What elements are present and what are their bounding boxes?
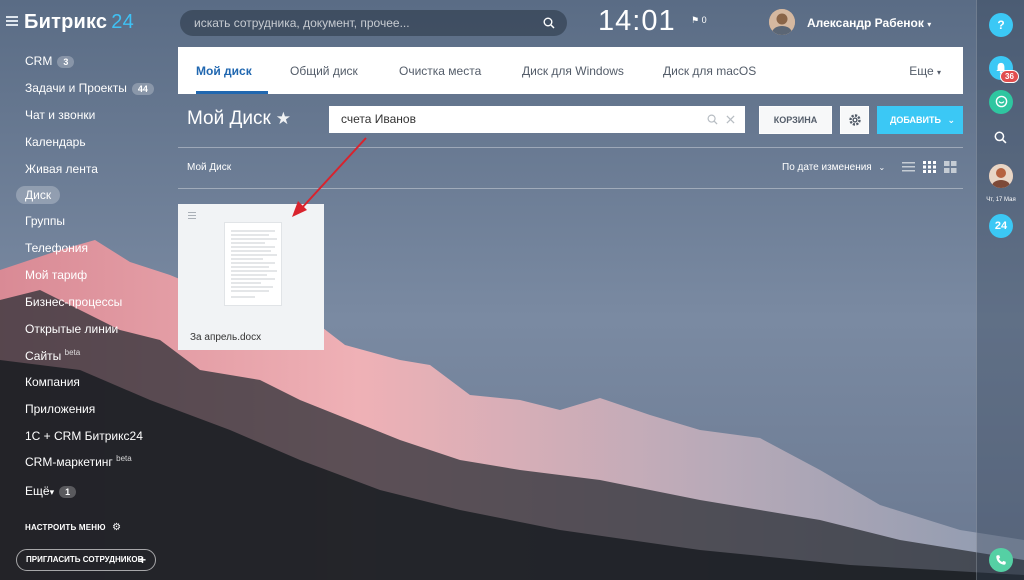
contact-avatar[interactable] <box>989 164 1013 188</box>
close-icon[interactable] <box>726 115 735 124</box>
search-icon[interactable] <box>543 17 555 29</box>
right-sidebar: ? 36 Чт, 17 Мая 24 <box>976 0 1024 580</box>
menu-burger-icon[interactable] <box>6 16 18 26</box>
invite-label: ПРИГЛАСИТЬ СОТРУДНИКОВ <box>26 555 144 564</box>
search-icon[interactable] <box>994 131 1007 144</box>
menu-item-company[interactable]: Компания <box>25 375 80 389</box>
menu-item-crm[interactable]: CRM 3 <box>25 54 75 68</box>
flag-counter[interactable]: ⚑ 0 <box>691 15 707 26</box>
divider <box>178 147 963 148</box>
chevron-down-icon: ▾ <box>936 68 941 77</box>
chevron-down-icon: ⌄ <box>878 163 886 172</box>
tab-more[interactable]: Еще ▾ <box>909 64 941 78</box>
menu-item-label: Сайты <box>25 349 62 363</box>
tab-shared-disk[interactable]: Общий диск <box>290 64 358 78</box>
star-icon[interactable]: ★ <box>276 109 291 128</box>
invite-users-button[interactable]: ПРИГЛАСИТЬ СОТРУДНИКОВ + <box>16 549 156 571</box>
menu-item-openlines[interactable]: Открытые линии <box>25 322 118 336</box>
chevron-down-icon: ▾ <box>927 20 932 29</box>
menu-item-telephony[interactable]: Телефония <box>25 241 88 255</box>
page-title-text: Мой Диск <box>187 108 271 129</box>
menu-badge: 1 <box>59 486 77 498</box>
menu-item-disk[interactable]: Диск <box>16 186 61 204</box>
gear-icon: ⚙ <box>112 522 122 533</box>
menu-item-groups[interactable]: Группы <box>25 214 65 228</box>
chevron-down-icon: ▾ <box>49 487 55 497</box>
add-button-label: ДОБАВИТЬ <box>890 115 941 125</box>
menu-item-more[interactable]: Ещё▾ 1 <box>25 484 77 498</box>
page-title: Мой Диск ★ <box>187 108 291 130</box>
tab-cleanup[interactable]: Очистка места <box>399 64 481 78</box>
logo-main: Битрикс <box>24 11 108 33</box>
user-avatar[interactable] <box>769 9 795 35</box>
search-icon[interactable] <box>707 114 718 125</box>
trash-button[interactable]: КОРЗИНА <box>759 106 832 134</box>
phone-button[interactable] <box>989 548 1013 572</box>
left-menu: CRM 3 Задачи и Проекты 44 Чат и звонки Кал… <box>0 46 170 580</box>
configure-menu-label: НАСТРОИТЬ МЕНЮ <box>25 523 106 532</box>
tab-disk-windows[interactable]: Диск для Windows <box>522 64 624 78</box>
user-name[interactable]: Александр Рабенок ▾ <box>807 16 931 30</box>
tab-disk-macos[interactable]: Диск для macOS <box>663 64 756 78</box>
menu-badge: 3 <box>57 56 75 68</box>
disk-settings-button[interactable] <box>840 106 869 134</box>
plus-icon: + <box>138 553 146 567</box>
chevron-down-icon: ⌄ <box>947 115 956 125</box>
menu-item-chat[interactable]: Чат и звонки <box>25 108 95 122</box>
file-card[interactable]: За апрель.docx <box>178 204 324 350</box>
disk-search-value: счета Иванов <box>341 112 416 126</box>
tab-my-disk[interactable]: Мой диск <box>196 64 252 78</box>
menu-item-label: Задачи и Проекты <box>25 81 127 95</box>
menu-item-tariff[interactable]: Мой тариф <box>25 268 87 282</box>
file-menu-icon[interactable] <box>188 212 196 219</box>
top-bar: Битрикс 24 искать сотрудника, документ, п… <box>0 0 976 46</box>
file-name[interactable]: За апрель.docx <box>190 332 261 343</box>
large-tiles-view-icon[interactable] <box>944 161 957 173</box>
date-label: Чт, 17 Мая <box>986 197 1016 203</box>
logo[interactable]: Битрикс 24 <box>24 11 134 34</box>
disk-tabs: Мой диск Общий диск Очистка места Диск д… <box>178 47 963 94</box>
global-search-input[interactable]: искать сотрудника, документ, прочее... <box>180 10 567 36</box>
menu-item-calendar[interactable]: Календарь <box>25 135 86 149</box>
menu-badge: 44 <box>131 83 154 95</box>
menu-item-feed[interactable]: Живая лента <box>25 162 98 176</box>
global-search-placeholder: искать сотрудника, документ, прочее... <box>194 16 410 30</box>
menu-item-tasks[interactable]: Задачи и Проекты 44 <box>25 81 154 95</box>
beta-label: beta <box>64 348 81 357</box>
help-button[interactable]: ? <box>989 13 1013 37</box>
menu-item-label: CRM <box>25 54 53 68</box>
breadcrumb[interactable]: Мой Диск <box>187 162 231 173</box>
phone-icon <box>996 555 1006 565</box>
menu-item-1c[interactable]: 1С + CRM Битрикс24 <box>25 429 143 443</box>
menu-item-apps[interactable]: Приложения <box>25 402 95 416</box>
document-preview-icon <box>224 222 282 306</box>
notification-count-badge: 36 <box>1000 70 1019 83</box>
flag-count: 0 <box>701 15 707 25</box>
gear-icon <box>849 114 861 126</box>
sort-dropdown[interactable]: По дате изменения ⌄ <box>782 162 885 173</box>
add-button[interactable]: ДОБАВИТЬ ⌄ <box>877 106 963 134</box>
chat-icon <box>995 95 1007 108</box>
menu-item-label: CRM-маркетинг <box>25 455 113 469</box>
configure-menu-button[interactable]: НАСТРОИТЬ МЕНЮ ⚙ <box>25 522 121 533</box>
user-name-text: Александр Рабенок <box>807 16 924 30</box>
menu-item-bizproc[interactable]: Бизнес-процессы <box>25 295 122 309</box>
active-tab-underline <box>196 91 268 94</box>
b24-app-button[interactable]: 24 <box>989 214 1013 238</box>
disk-search-input[interactable]: счета Иванов <box>329 106 745 133</box>
tab-more-label: Еще <box>909 64 934 78</box>
sort-label: По дате изменения <box>782 162 872 173</box>
grid-view-icon[interactable] <box>923 161 936 173</box>
menu-item-label: Ещё <box>25 484 50 498</box>
open-lines-button[interactable] <box>989 90 1013 114</box>
logo-number: 24 <box>111 11 134 33</box>
menu-item-sites[interactable]: Сайты beta <box>25 348 80 363</box>
beta-label: beta <box>116 454 132 463</box>
clock[interactable]: 14:01 <box>598 5 676 38</box>
list-view-icon[interactable] <box>902 161 915 173</box>
flag-icon: ⚑ <box>691 15 700 25</box>
menu-item-crm-marketing[interactable]: CRM-маркетинг beta <box>25 454 132 469</box>
divider <box>178 188 963 189</box>
